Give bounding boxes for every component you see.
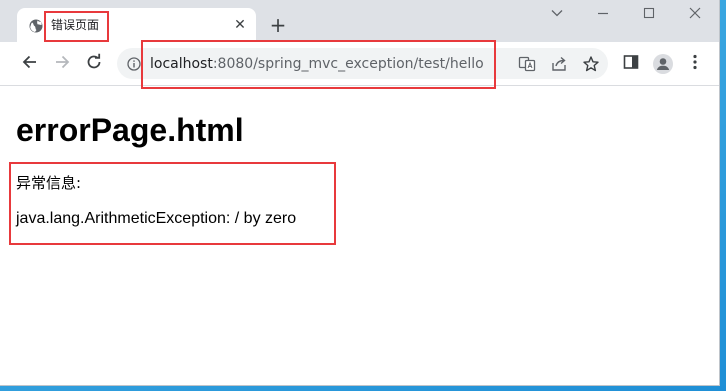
side-panel-icon[interactable]: [620, 53, 642, 75]
close-icon[interactable]: [685, 5, 705, 25]
url-text[interactable]: localhost:8080/spring_mvc_exception/test…: [150, 55, 484, 73]
url-path: :8080/spring_mvc_exception/test/hello: [212, 56, 484, 72]
reload-icon[interactable]: [83, 53, 105, 75]
new-tab-button[interactable]: +: [268, 15, 288, 35]
profile-icon[interactable]: [652, 53, 674, 75]
translate-icon[interactable]: [518, 55, 536, 73]
minimize-icon[interactable]: [593, 5, 613, 25]
chevron-down-icon[interactable]: [547, 5, 567, 25]
tab-strip: 错误页面 ✕ +: [0, 0, 719, 42]
browser-toolbar: localhost:8080/spring_mvc_exception/test…: [0, 42, 719, 86]
bookmark-star-icon[interactable]: [582, 55, 600, 73]
tab-active[interactable]: 错误页面 ✕: [17, 8, 256, 42]
menu-kebab-icon[interactable]: [684, 53, 706, 75]
browser-window: 错误页面 ✕ + localhost:8080/spring_mvc_excep…: [0, 0, 720, 386]
url-host: localhost: [150, 56, 213, 72]
exception-message: java.lang.ArithmeticException: / by zero: [16, 210, 297, 227]
tab-title: 错误页面: [51, 18, 100, 32]
forward-arrow-icon[interactable]: [51, 53, 73, 75]
back-arrow-icon[interactable]: [19, 53, 41, 75]
share-icon[interactable]: [550, 55, 568, 73]
page-heading: errorPage.html: [16, 112, 244, 148]
maximize-icon[interactable]: [639, 5, 659, 25]
globe-icon: [29, 18, 43, 33]
info-icon[interactable]: [127, 56, 141, 71]
page-content: errorPage.html 异常信息: java.lang.Arithmeti…: [0, 86, 719, 385]
tab-close-icon[interactable]: ✕: [232, 17, 248, 33]
address-bar[interactable]: localhost:8080/spring_mvc_exception/test…: [117, 48, 608, 79]
exception-label: 异常信息:: [16, 174, 82, 192]
